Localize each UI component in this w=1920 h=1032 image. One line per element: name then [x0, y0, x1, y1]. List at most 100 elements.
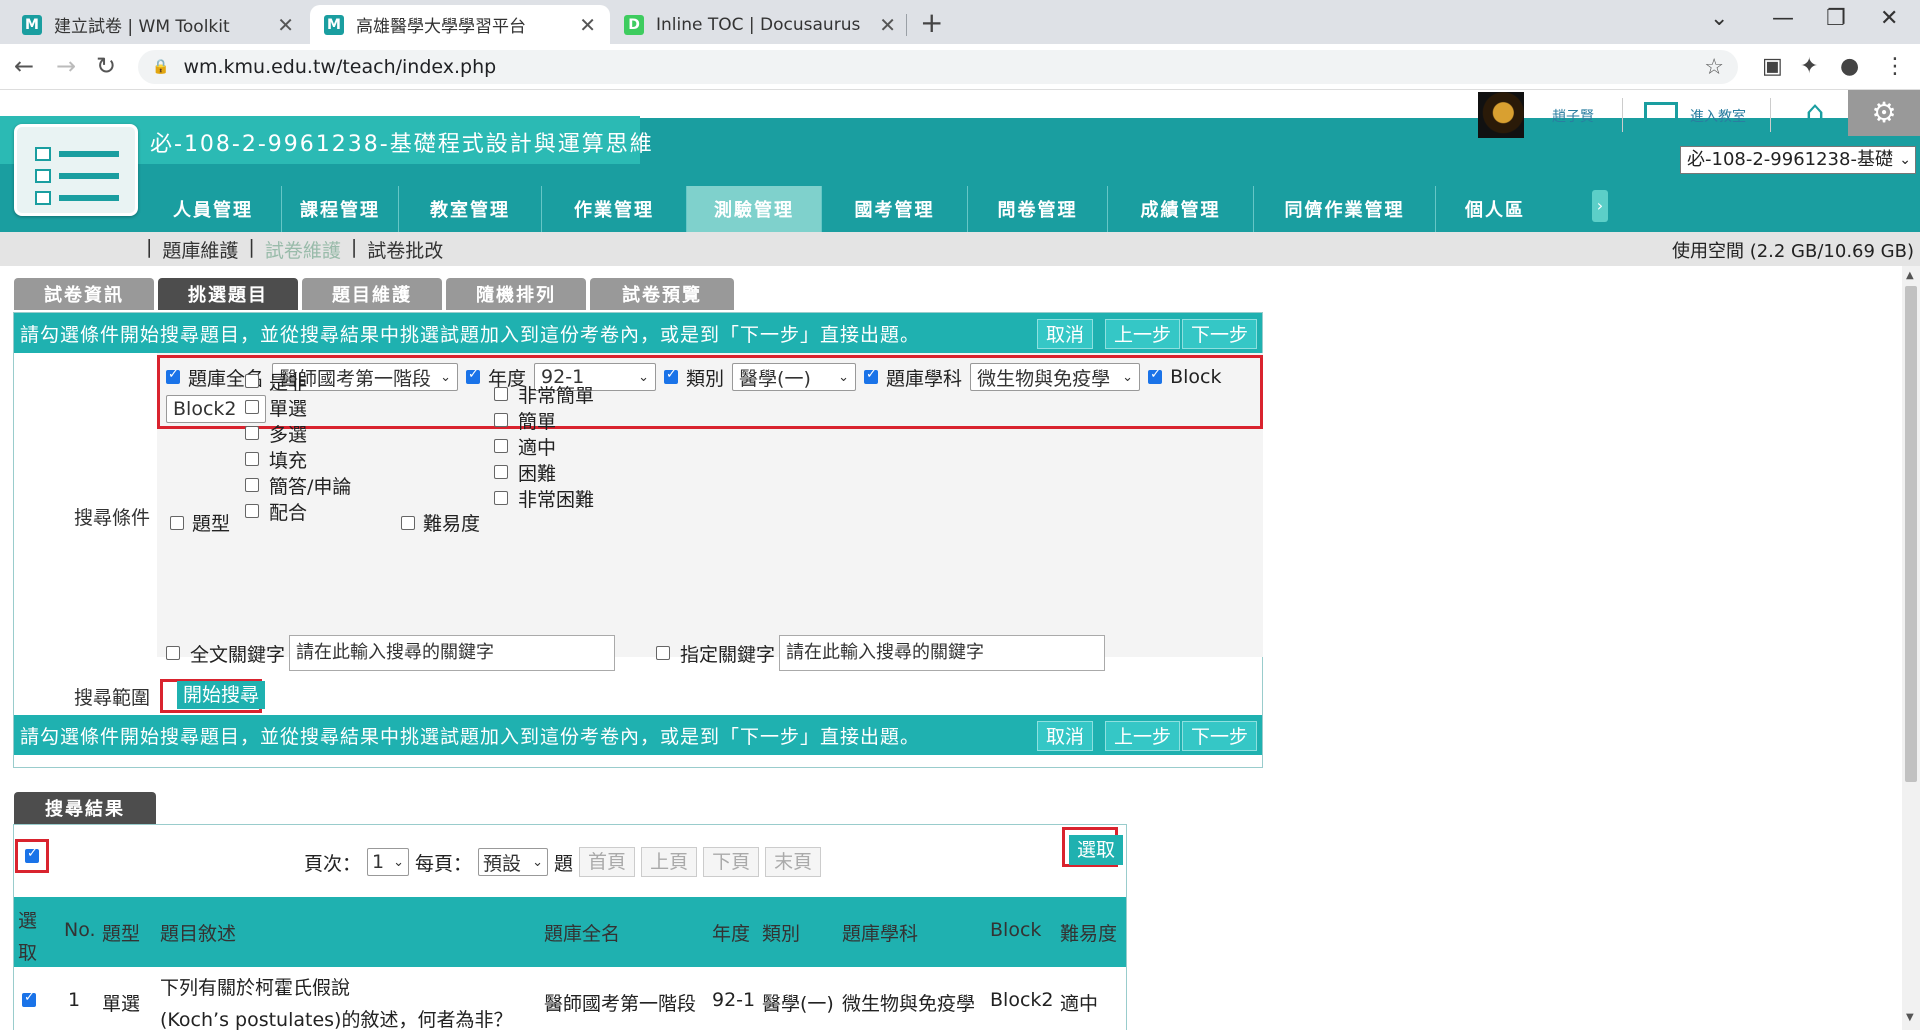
type-option-checkbox[interactable] [245, 452, 259, 466]
col-category[interactable]: 類別 [762, 919, 800, 946]
tab-question-maintenance[interactable]: 題目維護 [302, 278, 442, 310]
specific-keyword-input[interactable]: 請在此輸入搜尋的關鍵字 [779, 635, 1106, 671]
subnav-question-bank[interactable]: 題庫維護 [162, 236, 238, 263]
block-checkbox[interactable] [1148, 367, 1163, 384]
user-name-link[interactable]: 趙子賢 [1552, 106, 1594, 126]
type-option-checkbox[interactable] [245, 374, 259, 388]
reload-icon[interactable]: ↻ [96, 52, 116, 80]
nav-people[interactable]: 人員管理 [145, 186, 282, 232]
scroll-down-icon[interactable]: ▼ [1906, 1012, 1914, 1023]
page-select[interactable]: 1 ⌄ [367, 848, 410, 876]
row-desc-line1[interactable]: 下列有關於柯霍氏假說 [160, 973, 350, 1000]
tab-exam-preview[interactable]: 試卷預覽 [590, 278, 734, 310]
browser-tab-3[interactable]: D Inline TOC | Docusaurus ✕ [610, 5, 910, 44]
pick-button[interactable]: 選取 [1069, 835, 1124, 865]
nav-classroom[interactable]: 教室管理 [399, 186, 542, 232]
specific-keyword-checkbox[interactable] [656, 646, 670, 660]
prev-step-button[interactable]: 上一步 [1105, 721, 1181, 751]
difficulty-option-checkbox[interactable] [494, 413, 508, 427]
browser-menu-icon[interactable]: ⋮ [1884, 54, 1906, 79]
col-subject[interactable]: 題庫學科 [842, 919, 918, 946]
first-page-button[interactable]: 首頁 [579, 847, 636, 877]
nav-scroll-right-icon[interactable]: › [1592, 190, 1608, 222]
nav-assignment[interactable]: 作業管理 [542, 186, 687, 232]
per-page-select[interactable]: 預設 ⌄ [478, 848, 549, 876]
nav-personal[interactable]: 個人區 [1436, 186, 1554, 232]
category-select[interactable]: 醫學(一) ⌄ [732, 363, 857, 391]
puzzle-extensions-icon[interactable]: ✦ [1800, 54, 1818, 79]
type-option-checkbox[interactable] [245, 426, 259, 440]
new-tab-icon[interactable]: + [920, 6, 943, 39]
difficulty-checkbox[interactable] [401, 515, 415, 530]
extension-badge-icon[interactable]: ▣ [1762, 54, 1783, 79]
settings-gear-icon[interactable]: ⚙ [1848, 90, 1920, 136]
page-scrollbar[interactable]: ▲ ▼ [1902, 266, 1920, 1030]
user-avatar[interactable] [1478, 92, 1524, 138]
cancel-button[interactable]: 取消 [1037, 319, 1094, 349]
nav-questionnaire[interactable]: 問卷管理 [968, 186, 1108, 232]
tab-pick-questions[interactable]: 挑選題目 [158, 278, 298, 310]
type-option-checkbox[interactable] [245, 400, 259, 414]
home-icon[interactable]: ⌂ [1798, 96, 1832, 130]
classroom-icon[interactable] [1644, 102, 1678, 124]
site-logo-icon[interactable] [14, 124, 138, 216]
fulltext-checkbox[interactable] [166, 646, 180, 660]
col-desc[interactable]: 題目敘述 [160, 919, 236, 946]
type-option-checkbox[interactable] [245, 478, 259, 492]
next-page-button[interactable]: 下頁 [703, 847, 760, 877]
nav-exam[interactable]: 測驗管理 [687, 186, 822, 232]
col-block[interactable]: Block [990, 919, 1041, 941]
subject-select[interactable]: 微生物與免疫學 ⌄ [970, 363, 1141, 391]
row-desc-line2[interactable]: (Koch’s postulates)的敘述，何者為非？ [160, 1005, 512, 1032]
last-page-button[interactable]: 末頁 [765, 847, 822, 877]
fulltext-keyword-input[interactable]: 請在此輸入搜尋的關鍵字 [289, 635, 616, 671]
subnav-exam-paper[interactable]: 試卷維護 [265, 236, 341, 263]
minimize-icon[interactable]: — [1772, 6, 1794, 31]
back-arrow-icon[interactable]: ← [14, 52, 34, 80]
next-step-button[interactable]: 下一步 [1182, 721, 1258, 751]
close-tab-icon[interactable]: ✕ [879, 13, 896, 37]
nav-grades[interactable]: 成績管理 [1108, 186, 1254, 232]
close-tab-icon[interactable]: ✕ [277, 13, 294, 37]
tab-search-results[interactable]: 搜尋結果 [14, 792, 156, 824]
col-difficulty[interactable]: 難易度 [1060, 919, 1117, 946]
subject-checkbox[interactable] [864, 367, 879, 384]
forward-arrow-icon[interactable]: → [56, 52, 76, 80]
difficulty-option-checkbox[interactable] [494, 491, 508, 505]
year-checkbox[interactable] [466, 367, 481, 384]
tab-random-order[interactable]: 隨機排列 [446, 278, 586, 310]
type-checkbox[interactable] [170, 515, 184, 530]
prev-step-button[interactable]: 上一步 [1105, 319, 1181, 349]
col-year[interactable]: 年度 [712, 919, 750, 946]
scroll-up-icon[interactable]: ▲ [1906, 270, 1914, 281]
tab-search-chevron-icon[interactable]: ⌄ [1710, 6, 1728, 31]
col-no[interactable]: No. [64, 919, 96, 941]
subnav-grading[interactable]: 試卷批改 [367, 236, 443, 263]
nav-course[interactable]: 課程管理 [282, 186, 399, 232]
col-type[interactable]: 題型 [102, 919, 140, 946]
browser-tab-2[interactable]: M 高雄醫學大學學習平台 ✕ [310, 5, 610, 44]
enter-classroom-link[interactable]: 進入教室 [1690, 106, 1746, 126]
next-step-button[interactable]: 下一步 [1182, 319, 1258, 349]
difficulty-option-checkbox[interactable] [494, 387, 508, 401]
select-all-checkbox[interactable] [25, 846, 39, 863]
nav-peer-assignment[interactable]: 同儕作業管理 [1254, 186, 1436, 232]
close-tab-icon[interactable]: ✕ [579, 13, 596, 37]
tab-exam-info[interactable]: 試卷資訊 [14, 278, 154, 310]
cancel-button[interactable]: 取消 [1037, 721, 1094, 751]
start-search-button[interactable]: 開始搜尋 [177, 681, 266, 709]
row-select-checkbox[interactable] [22, 990, 36, 1007]
address-bar[interactable]: 🔒 wm.kmu.edu.tw/teach/index.php ☆ [138, 50, 1738, 84]
type-option-checkbox[interactable] [245, 504, 259, 518]
restore-icon[interactable]: ❐ [1826, 6, 1846, 31]
bookmark-star-icon[interactable]: ☆ [1704, 55, 1724, 80]
scrollbar-thumb[interactable] [1905, 286, 1917, 782]
col-bank[interactable]: 題庫全名 [544, 919, 620, 946]
course-select[interactable]: 必-108-2-9961238-基礎 ⌄ [1680, 146, 1916, 174]
browser-tab-1[interactable]: M 建立試卷 | WM Toolkit ✕ [8, 5, 308, 44]
difficulty-option-checkbox[interactable] [494, 465, 508, 479]
prev-page-button[interactable]: 上頁 [641, 847, 698, 877]
close-window-icon[interactable]: ✕ [1880, 6, 1898, 31]
nav-national-exam[interactable]: 國考管理 [822, 186, 968, 232]
category-checkbox[interactable] [664, 367, 679, 384]
